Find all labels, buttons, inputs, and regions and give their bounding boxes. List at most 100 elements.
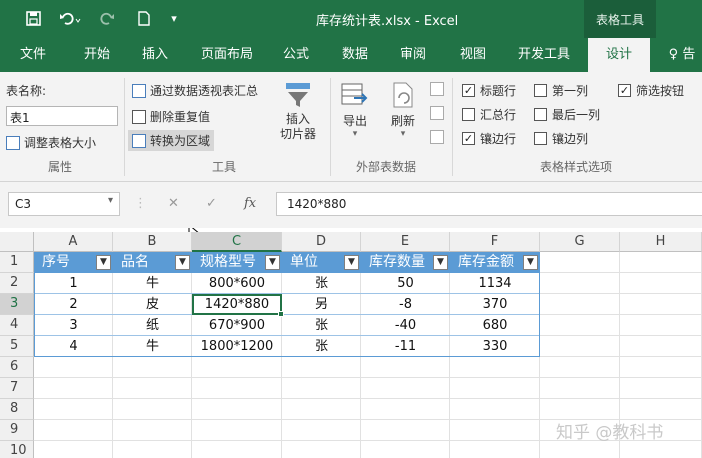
- name-box[interactable]: C3 ▾: [8, 192, 120, 216]
- refresh-button[interactable]: 刷新 ▾: [388, 80, 418, 139]
- checkbox-banded-columns[interactable]: 镶边列: [534, 130, 588, 147]
- table-cell[interactable]: 370: [450, 294, 540, 315]
- undo-icon[interactable]: [56, 6, 84, 30]
- table-cell[interactable]: 4: [34, 336, 113, 357]
- checkbox-filter-button[interactable]: ✓ 筛选按钮: [618, 82, 684, 99]
- filter-dropdown-icon[interactable]: ▼: [96, 255, 111, 270]
- open-browser-icon[interactable]: [430, 106, 444, 120]
- table-header-cell[interactable]: 单位 ▼: [282, 252, 361, 273]
- checkbox-filter-button-box[interactable]: ✓: [618, 84, 631, 97]
- table-cell[interactable]: 800*600: [192, 273, 282, 294]
- row-header-9[interactable]: 9: [0, 420, 34, 441]
- insert-function-icon[interactable]: fx: [244, 196, 256, 211]
- table-cell[interactable]: 1800*1200: [192, 336, 282, 357]
- column-header-a[interactable]: A: [34, 232, 113, 252]
- column-header-h[interactable]: H: [620, 232, 702, 252]
- checkbox-banded-rows[interactable]: ✓ 镶边行: [462, 130, 516, 147]
- convert-to-range-button[interactable]: 转换为区域: [128, 130, 215, 151]
- table-header-cell[interactable]: 规格型号 ▼: [192, 252, 282, 273]
- filter-dropdown-icon[interactable]: ▼: [523, 255, 538, 270]
- row-header-10[interactable]: 10: [0, 441, 34, 458]
- chevron-down-icon[interactable]: ▾: [108, 195, 113, 206]
- column-header-e[interactable]: E: [361, 232, 450, 252]
- filter-dropdown-icon[interactable]: ▼: [433, 255, 448, 270]
- checkbox-header-row-box[interactable]: ✓: [462, 84, 475, 97]
- table-cell[interactable]: 2: [34, 294, 113, 315]
- select-all-corner[interactable]: [0, 232, 34, 252]
- checkbox-banded-rows-box[interactable]: ✓: [462, 132, 475, 145]
- checkbox-first-column-box[interactable]: [534, 84, 547, 97]
- row-header-5[interactable]: 5: [0, 336, 34, 357]
- tab-design[interactable]: 设计: [588, 38, 650, 72]
- checkbox-last-column[interactable]: 最后一列: [534, 106, 600, 123]
- checkbox-total-row-box[interactable]: [462, 108, 475, 121]
- table-cell[interactable]: 680: [450, 315, 540, 336]
- customize-qa-icon[interactable]: ▾: [166, 6, 182, 30]
- tab-developer[interactable]: 开发工具: [508, 38, 580, 72]
- checkbox-total-row[interactable]: 汇总行: [462, 106, 516, 123]
- redo-icon[interactable]: [94, 6, 122, 30]
- remove-duplicates-button[interactable]: 删除重复值: [132, 108, 210, 125]
- enter-icon[interactable]: ✓: [206, 196, 217, 211]
- table-cell[interactable]: 1420*880: [192, 294, 282, 315]
- save-icon[interactable]: [22, 6, 44, 30]
- tab-insert[interactable]: 插入: [132, 38, 178, 72]
- table-cell[interactable]: 1134: [450, 273, 540, 294]
- table-cell[interactable]: 张: [282, 336, 361, 357]
- table-header-cell[interactable]: 序号 ▼: [34, 252, 113, 273]
- tab-formulas[interactable]: 公式: [276, 38, 316, 72]
- table-cell[interactable]: 张: [282, 273, 361, 294]
- summarize-pivot-button[interactable]: 通过数据透视表汇总: [132, 82, 258, 99]
- new-file-icon[interactable]: [134, 6, 154, 30]
- row-header-7[interactable]: 7: [0, 378, 34, 399]
- table-cell[interactable]: 1: [34, 273, 113, 294]
- column-header-c[interactable]: C: [192, 232, 282, 252]
- column-header-g[interactable]: G: [540, 232, 620, 252]
- tab-page-layout[interactable]: 页面布局: [192, 38, 262, 72]
- table-header-cell[interactable]: 库存数量 ▼: [361, 252, 450, 273]
- checkbox-first-column[interactable]: 第一列: [534, 82, 588, 99]
- row-header-3[interactable]: 3: [0, 294, 34, 315]
- tab-home[interactable]: 开始: [74, 38, 120, 72]
- row-header-8[interactable]: 8: [0, 399, 34, 420]
- row-header-4[interactable]: 4: [0, 315, 34, 336]
- row-header-6[interactable]: 6: [0, 357, 34, 378]
- table-cell[interactable]: 纸: [113, 315, 192, 336]
- table-cell[interactable]: 50: [361, 273, 450, 294]
- checkbox-last-column-box[interactable]: [534, 108, 547, 121]
- table-cell[interactable]: -40: [361, 315, 450, 336]
- export-button[interactable]: 导出 ▾: [340, 80, 370, 139]
- table-cell[interactable]: -8: [361, 294, 450, 315]
- cancel-icon[interactable]: ✕: [168, 196, 179, 211]
- insert-slicer-button[interactable]: 插入 切片器: [280, 80, 316, 142]
- table-cell[interactable]: 牛: [113, 273, 192, 294]
- table-cell[interactable]: 670*900: [192, 315, 282, 336]
- row-header-1[interactable]: 1: [0, 252, 34, 273]
- table-cell[interactable]: 330: [450, 336, 540, 357]
- table-cell[interactable]: 另: [282, 294, 361, 315]
- table-cell[interactable]: 3: [34, 315, 113, 336]
- column-header-d[interactable]: D: [282, 232, 361, 252]
- tab-review[interactable]: 审阅: [390, 38, 436, 72]
- table-cell[interactable]: 皮: [113, 294, 192, 315]
- column-header-f[interactable]: F: [450, 232, 540, 252]
- tab-tell-me[interactable]: ♀ 告: [662, 38, 702, 72]
- row-header-2[interactable]: 2: [0, 273, 34, 294]
- tab-data[interactable]: 数据: [332, 38, 378, 72]
- column-header-b[interactable]: B: [113, 232, 192, 252]
- tab-view[interactable]: 视图: [450, 38, 496, 72]
- filter-dropdown-icon[interactable]: ▼: [265, 255, 280, 270]
- filter-dropdown-icon[interactable]: ▼: [344, 255, 359, 270]
- tab-file[interactable]: 文件: [10, 38, 56, 72]
- unlink-icon[interactable]: [430, 130, 444, 144]
- table-cell[interactable]: 张: [282, 315, 361, 336]
- properties-icon[interactable]: [430, 82, 444, 96]
- filter-dropdown-icon[interactable]: ▼: [175, 255, 190, 270]
- table-header-cell[interactable]: 品名 ▼: [113, 252, 192, 273]
- checkbox-banded-columns-box[interactable]: [534, 132, 547, 145]
- resize-table-button[interactable]: 调整表格大小: [6, 134, 96, 151]
- table-header-cell[interactable]: 库存金额 ▼: [450, 252, 540, 273]
- formula-input[interactable]: 1420*880: [276, 192, 702, 216]
- table-name-input[interactable]: 表1: [6, 106, 118, 126]
- table-cell[interactable]: -11: [361, 336, 450, 357]
